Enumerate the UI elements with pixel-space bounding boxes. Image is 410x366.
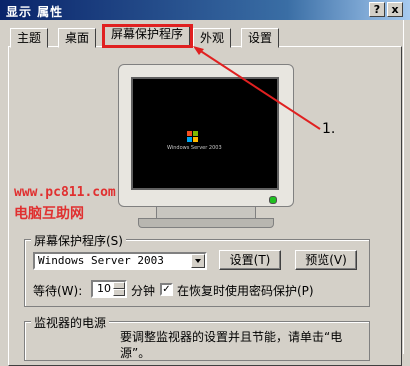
annotation-arrow bbox=[193, 46, 321, 130]
watermark-url: www.pc811.com bbox=[14, 185, 116, 200]
watermark-name: 电脑互助网 bbox=[14, 206, 84, 222]
annotation-label: 1. bbox=[322, 121, 336, 137]
